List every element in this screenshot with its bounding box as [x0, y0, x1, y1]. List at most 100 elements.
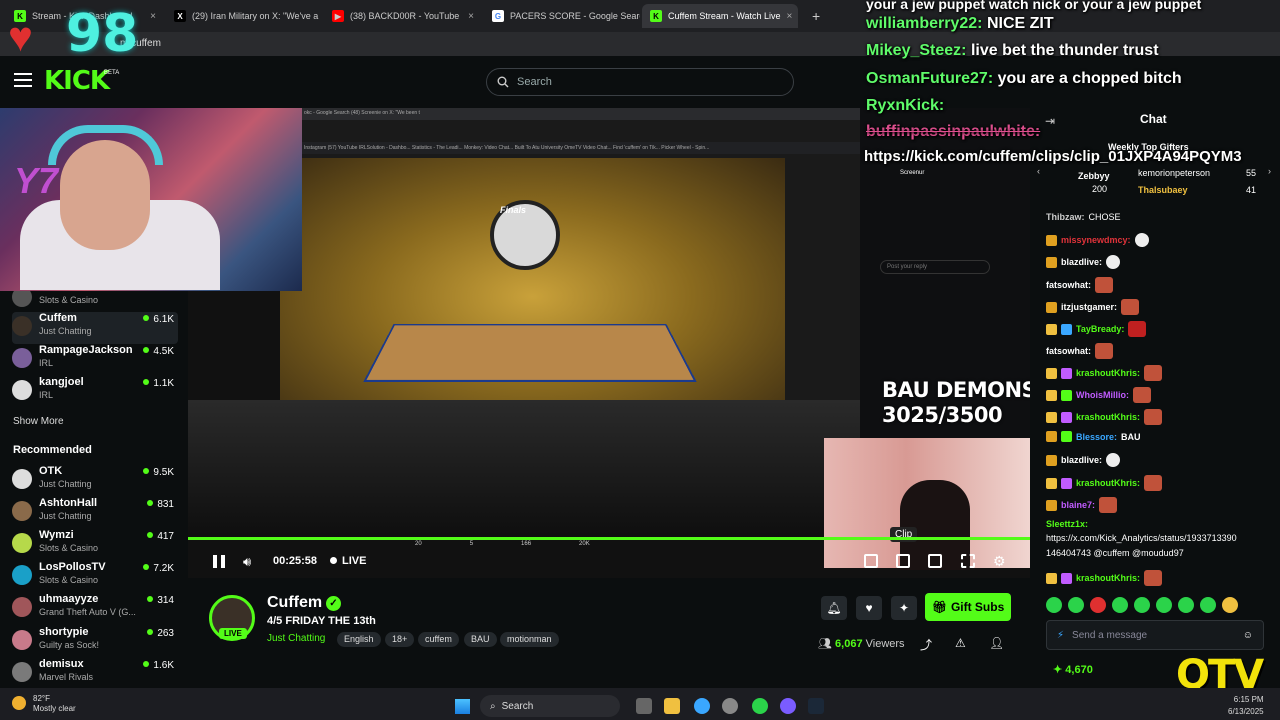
collapse-chat-icon[interactable]: ⇥: [1045, 114, 1055, 128]
menu-icon[interactable]: [14, 73, 32, 87]
stream-tag[interactable]: cuffem: [418, 632, 459, 647]
clip-icon[interactable]: [896, 554, 910, 568]
chat-input[interactable]: ⚡︎ Send a message ☺: [1046, 620, 1264, 650]
chrome-icon[interactable]: [752, 698, 768, 714]
browser-tab[interactable]: GPACERS SCORE - Google Search×: [484, 4, 640, 28]
live-indicator[interactable]: LIVE: [330, 555, 366, 567]
chat-link[interactable]: https://x.com/Kick_Analytics/status/1933…: [1046, 533, 1237, 543]
follow-heart-icon[interactable]: ♥: [856, 596, 882, 620]
taskbar-search[interactable]: ⌕ Search: [480, 695, 620, 717]
badge-icon: [1061, 367, 1072, 379]
app-icon[interactable]: [722, 698, 738, 714]
discord-icon[interactable]: [780, 698, 796, 714]
search-input[interactable]: Search: [486, 68, 794, 96]
windows-start-icon[interactable]: [455, 699, 470, 714]
sidebar-channel[interactable]: uhmaayyze Grand Theft Auto V (G... 314: [12, 593, 178, 625]
weather-icon: [12, 696, 26, 710]
sidebar-channel[interactable]: shortypie Guilty as Sock! 263: [12, 626, 178, 658]
face-emote: [1133, 387, 1151, 403]
chrome-icon[interactable]: [694, 698, 710, 714]
users-icon: 👥︎: [818, 638, 836, 650]
task-view-icon[interactable]: [636, 698, 652, 714]
gear-icon[interactable]: ⚙: [993, 553, 1006, 570]
skull-emote: [1134, 233, 1149, 247]
face-emote: [1128, 321, 1147, 337]
new-tab-button[interactable]: +: [804, 4, 824, 28]
face-emote: [1095, 343, 1113, 359]
avatar: [12, 565, 32, 585]
add-user-icon[interactable]: 👤︎: [989, 636, 1004, 650]
channel-points[interactable]: ✦ 4,670: [1053, 663, 1093, 676]
overlay-chat-line: your a jew puppet watch nick or your a j…: [866, 0, 1202, 12]
overlay-chat-line: Mikey_Steez: live bet the thunder trust: [866, 42, 1159, 59]
report-icon[interactable]: ⚠: [955, 636, 966, 650]
stream-tag[interactable]: English: [337, 632, 381, 647]
chevron-left-icon[interactable]: ‹: [1037, 166, 1040, 176]
avatar: [12, 501, 32, 521]
skull-emote: [1106, 453, 1121, 467]
avatar: [12, 316, 32, 336]
browser-tab[interactable]: X(29) Iran Military on X: "We've a×: [166, 4, 322, 28]
avatar: [12, 597, 32, 617]
notification-bell-icon[interactable]: 🔔︎: [821, 596, 847, 620]
arena-railing: [188, 400, 888, 540]
sidebar-channel[interactable]: Wymzi Slots & Casino 417: [12, 529, 178, 561]
browser-tab-active[interactable]: K Cuffem Stream - Watch Live ×: [642, 4, 798, 28]
sidebar-channel[interactable]: kangjoel IRL 1.1K: [12, 376, 178, 408]
emote-bar[interactable]: [1046, 597, 1266, 615]
lightning-icon: ⚡︎: [1057, 629, 1065, 641]
sidebar-channel[interactable]: OTK Just Chatting 9.5K: [12, 465, 178, 497]
overlay-chat-line: williamberry22: NICE ZIT: [866, 15, 1054, 32]
gifter-amount: 55: [1246, 168, 1257, 178]
face-emote: [1144, 475, 1163, 491]
stream-tag[interactable]: BAU: [464, 632, 497, 647]
live-progress-bar[interactable]: [188, 537, 1030, 540]
badge-icon: [1046, 234, 1057, 246]
weather-widget[interactable]: 82°F Mostly clear: [33, 694, 76, 714]
gifter-name[interactable]: kemorionpeterson: [1138, 168, 1210, 178]
pause-icon[interactable]: [213, 555, 225, 568]
close-icon[interactable]: ×: [787, 11, 793, 22]
gift-subs-button[interactable]: 🎁︎ Gift Subs: [925, 593, 1011, 621]
system-clock[interactable]: 6:15 PM 6/13/2025: [1228, 694, 1264, 718]
emoji-icon[interactable]: ☺: [1243, 630, 1253, 641]
sidebar-channel-cuffem[interactable]: Cuffem Just Chatting 6.1K: [12, 312, 178, 344]
show-more-button[interactable]: Show More: [13, 416, 64, 427]
sparkle-icon[interactable]: ✦: [891, 596, 917, 620]
steam-icon[interactable]: [808, 698, 824, 714]
fullscreen-icon[interactable]: [961, 554, 975, 568]
sidebar-channel[interactable]: RampageJackson IRL 4.5K: [12, 344, 178, 376]
volume-icon[interactable]: 🔊︎: [243, 554, 251, 570]
chat-message: krashoutKhris:: [1046, 570, 1163, 586]
badge-icon: [1061, 411, 1072, 423]
share-icon[interactable]: ⤴: [920, 636, 932, 653]
search-icon: [497, 76, 509, 88]
chevron-right-icon[interactable]: ›: [1268, 166, 1271, 176]
kick-logo[interactable]: KICK: [44, 66, 110, 96]
gifter-name[interactable]: Zebbyy: [1078, 171, 1110, 181]
sidebar-channel[interactable]: AshtonHall Just Chatting 831: [12, 497, 178, 529]
avatar: [12, 630, 32, 650]
close-icon[interactable]: ×: [468, 11, 474, 22]
sidebar-channel[interactable]: LosPollosTV Slots & Casino 7.2K: [12, 561, 178, 593]
stream-tag[interactable]: motionman: [500, 632, 559, 647]
stream-category[interactable]: Just Chatting: [267, 633, 325, 644]
face-emote: [1144, 570, 1163, 586]
browser-tab[interactable]: ▶ (38) BACKD00R - YouTube ×: [324, 4, 482, 28]
gifter-name[interactable]: Thalsubaey: [1138, 185, 1188, 195]
file-explorer-icon[interactable]: [664, 698, 680, 714]
crown-badge-icon: [1046, 389, 1057, 401]
neon-sign: Y7: [14, 160, 59, 201]
crown-badge-icon: [1046, 572, 1057, 584]
stream-title: 4/5 FRIDAY THE 13th: [267, 615, 376, 627]
stream-tag[interactable]: 18+: [385, 632, 415, 647]
close-icon[interactable]: ×: [150, 11, 156, 22]
avatar: [12, 662, 32, 682]
sidebar-channel[interactable]: demisux Marvel Rivals 1.6K: [12, 658, 178, 690]
avatar: [12, 469, 32, 489]
pip-icon[interactable]: [864, 554, 878, 568]
beta-label: BETA: [104, 70, 120, 76]
theater-mode-icon[interactable]: [928, 554, 942, 568]
streamer-name[interactable]: Cuffem: [267, 594, 322, 612]
recommended-heading: Recommended: [13, 444, 92, 456]
